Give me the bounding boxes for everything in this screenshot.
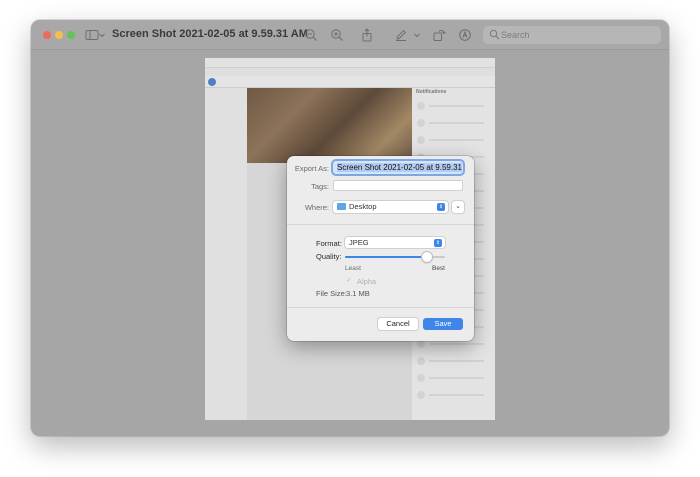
where-value: Desktop xyxy=(349,202,377,211)
search-field[interactable] xyxy=(483,26,661,44)
chevron-down-icon: ⌄ xyxy=(455,203,461,210)
divider-bottom xyxy=(287,307,474,308)
file-size-label: File Size: xyxy=(316,289,347,298)
divider-top xyxy=(287,224,474,225)
zoom-in-icon[interactable] xyxy=(330,28,344,42)
markup-chevron-icon[interactable] xyxy=(413,28,421,42)
doc-notification-row xyxy=(417,374,491,382)
format-popup[interactable]: JPEG ⇕ xyxy=(345,237,445,248)
doc-browser-tabs xyxy=(205,68,495,76)
doc-site-nav xyxy=(205,76,495,88)
export-as-label: Export As: xyxy=(294,164,329,173)
sidebar-icon[interactable] xyxy=(85,28,99,42)
annotate-icon[interactable] xyxy=(458,28,472,42)
quality-label: Quality: xyxy=(316,252,342,261)
share-icon[interactable] xyxy=(360,28,374,42)
doc-notification-row xyxy=(417,119,491,127)
alpha-checkbox[interactable]: ✓ xyxy=(346,277,353,284)
preview-window: Screen Shot 2021-02-05 at 9.59.31 AM Sea… xyxy=(31,20,669,436)
zoom-button[interactable] xyxy=(67,31,75,39)
alpha-label: Alpha xyxy=(357,277,377,286)
where-popup[interactable]: Desktop ⇕ xyxy=(333,201,448,213)
title-bar: Screen Shot 2021-02-05 at 9.59.31 AM xyxy=(31,20,669,50)
doc-notification-row xyxy=(417,102,491,110)
file-size-value: 3.1 MB xyxy=(346,289,370,298)
where-stepper-icon: ⇕ xyxy=(437,203,445,211)
markup-pen-icon[interactable] xyxy=(394,28,408,42)
minimize-button[interactable] xyxy=(55,31,63,39)
quality-slider-fill xyxy=(345,256,427,258)
expand-browser-button[interactable]: ⌄ xyxy=(452,201,464,213)
folder-icon xyxy=(337,203,346,210)
quality-slider-knob[interactable] xyxy=(422,252,432,262)
quality-min-label: Least xyxy=(345,265,361,272)
doc-notifications-title: Notifications xyxy=(416,89,447,95)
cancel-button[interactable]: Cancel xyxy=(378,318,418,330)
export-as-value: Screen Shot 2021-02-05 at 9.59.31 xyxy=(337,163,462,172)
doc-notification-row xyxy=(417,340,491,348)
save-button[interactable]: Save xyxy=(423,318,463,330)
chevron-down-icon[interactable] xyxy=(98,28,106,42)
export-dialog: Export As: Screen Shot 2021-02-05 at 9.5… xyxy=(287,156,474,341)
format-label: Format: xyxy=(316,239,342,248)
search-input[interactable] xyxy=(501,27,651,43)
zoom-out-icon[interactable] xyxy=(304,28,318,42)
checkmark-icon: ✓ xyxy=(346,277,352,284)
doc-notification-row xyxy=(417,391,491,399)
rotate-icon[interactable] xyxy=(432,28,446,42)
doc-notification-row xyxy=(417,357,491,365)
doc-site-logo xyxy=(208,78,216,86)
format-value: JPEG xyxy=(349,238,369,247)
doc-left-column xyxy=(205,88,247,420)
quality-slider[interactable] xyxy=(345,252,445,262)
format-stepper-icon: ⇕ xyxy=(434,238,442,247)
where-label: Where: xyxy=(304,203,329,212)
doc-notification-row xyxy=(417,136,491,144)
window-title: Screen Shot 2021-02-05 at 9.59.31 AM xyxy=(112,28,308,40)
doc-cover-photo xyxy=(247,88,412,163)
quality-max-label: Best xyxy=(431,265,445,272)
doc-browser-toolbar xyxy=(205,58,495,68)
close-button[interactable] xyxy=(43,31,51,39)
search-icon xyxy=(489,29,500,40)
tags-field[interactable] xyxy=(333,180,463,191)
export-as-field[interactable]: Screen Shot 2021-02-05 at 9.59.31 xyxy=(333,161,463,174)
tags-label: Tags: xyxy=(311,182,329,191)
